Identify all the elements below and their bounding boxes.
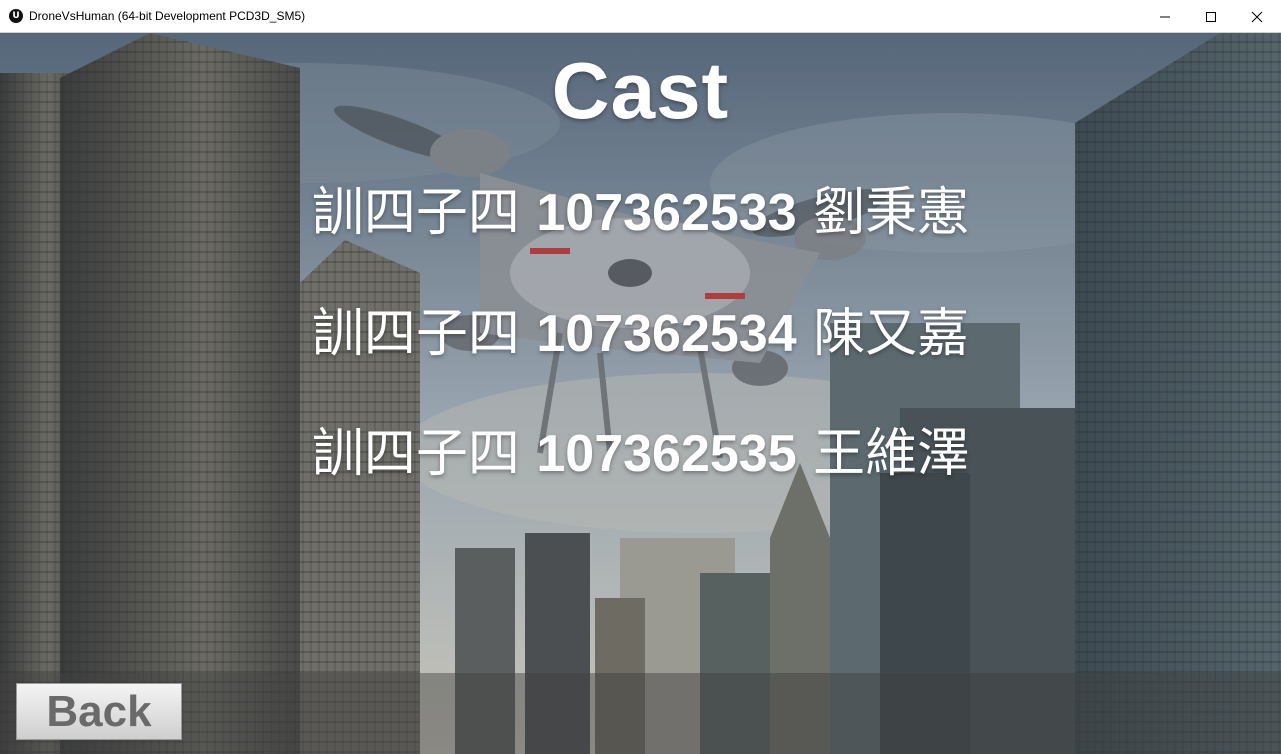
cast-entry: 訓四子四 107362535 王維澤 xyxy=(0,411,1281,486)
cast-name: 王維澤 xyxy=(813,424,970,484)
window-title: DroneVsHuman (64-bit Development PCD3D_S… xyxy=(29,9,306,23)
unreal-engine-icon: U xyxy=(9,9,23,23)
cast-class: 訓四子四 xyxy=(311,183,520,243)
cast-class: 訓四子四 xyxy=(311,304,520,364)
minimize-icon xyxy=(1160,16,1170,18)
cast-title: Cast xyxy=(551,46,730,135)
maximize-button[interactable] xyxy=(1188,0,1234,33)
maximize-icon xyxy=(1206,12,1216,22)
game-viewport: Cast 訓四子四 107362533 劉秉憲 訓四子四 107362534 陳… xyxy=(0,33,1281,754)
cast-name: 陳又嘉 xyxy=(813,304,970,364)
cast-name: 劉秉憲 xyxy=(813,183,970,243)
back-button[interactable]: Back xyxy=(16,683,182,740)
window-titlebar: U DroneVsHuman (64-bit Development PCD3D… xyxy=(0,0,1281,33)
cast-student-id: 107362535 xyxy=(536,425,797,483)
cast-entry: 訓四子四 107362533 劉秉憲 xyxy=(0,170,1281,245)
city-drone-background xyxy=(0,33,1281,754)
cast-class: 訓四子四 xyxy=(311,424,520,484)
cast-student-id: 107362533 xyxy=(536,184,797,242)
cast-student-id: 107362534 xyxy=(536,305,797,363)
cast-entry: 訓四子四 107362534 陳又嘉 xyxy=(0,291,1281,366)
close-button[interactable] xyxy=(1234,0,1280,33)
minimize-button[interactable] xyxy=(1142,0,1188,33)
close-icon xyxy=(1251,11,1263,23)
